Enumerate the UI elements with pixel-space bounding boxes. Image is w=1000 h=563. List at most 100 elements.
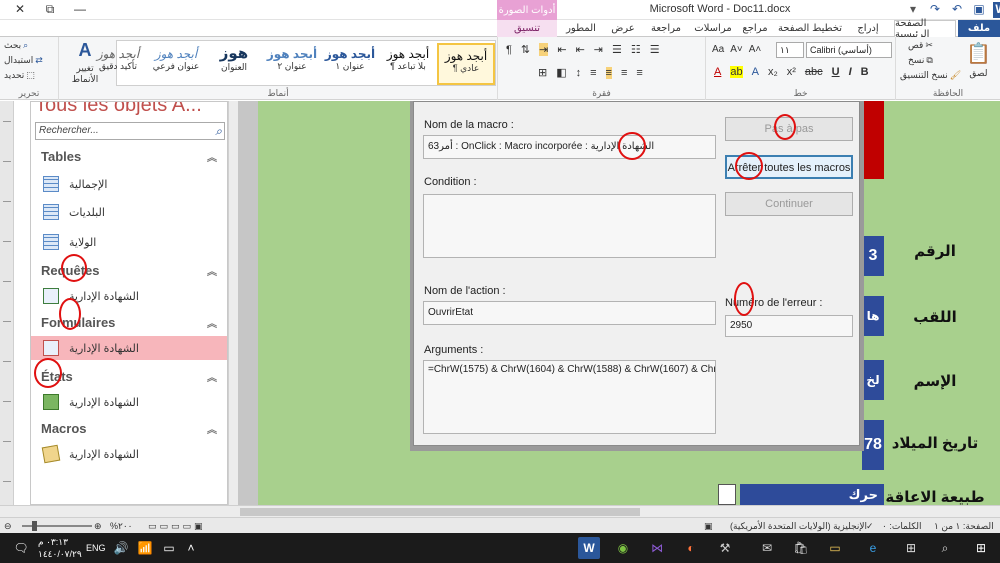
tab-view[interactable]: عرض <box>605 20 641 37</box>
zoom-slider-knob[interactable] <box>32 521 37 531</box>
multilevel-list-icon[interactable]: ☰ <box>612 43 622 56</box>
line-spacing-icon[interactable]: ↕ <box>576 67 582 79</box>
shrink-font-icon[interactable]: A˅ <box>730 44 743 55</box>
subscript-icon[interactable]: x₂ <box>768 66 778 78</box>
collapse-icon[interactable]: ︽ <box>207 369 217 384</box>
highlight-icon[interactable]: ab <box>730 66 743 78</box>
justify-icon[interactable]: ≡ <box>590 67 596 79</box>
battery-icon[interactable]: ▭ <box>158 537 180 559</box>
close-button[interactable]: ✕ <box>8 2 32 18</box>
select-button[interactable]: تحديد ⬚ <box>4 70 35 81</box>
rtl-icon[interactable]: ⇤ <box>557 43 566 56</box>
text-effects-icon[interactable]: A <box>752 66 759 78</box>
action-name-field[interactable]: OuvrirEtat <box>423 301 716 325</box>
task-view-icon[interactable]: ⊞ <box>900 537 922 559</box>
view-mode-icons[interactable]: ▭▭▭▭▣ <box>148 521 206 532</box>
copy-button[interactable]: نسخ ⧉ <box>908 55 933 66</box>
start-icon[interactable]: ⊞ <box>970 537 992 559</box>
restore-button[interactable]: ⧉ <box>38 2 62 18</box>
condition-field[interactable] <box>423 194 716 258</box>
mail-icon[interactable]: ✉ <box>756 537 778 559</box>
style-heading-1[interactable]: أبجد هوز عنوان ١ <box>321 43 379 85</box>
decrease-indent-icon[interactable]: ⇤ <box>576 43 585 56</box>
network-icon[interactable]: 📶 <box>134 537 156 559</box>
zoom-out-icon[interactable]: ⊖ <box>4 521 12 532</box>
nav-pane-title[interactable]: Tous les objets A... <box>35 102 202 117</box>
nav-item-form[interactable]: الشهادة الإدارية <box>31 336 227 360</box>
sort-icon[interactable]: ⇅ <box>521 43 530 56</box>
collapse-icon[interactable]: ︽ <box>207 315 217 330</box>
tab-mailings[interactable]: مراسلات <box>690 20 736 37</box>
nav-item-table[interactable]: الولاية <box>31 230 227 254</box>
tab-insert[interactable]: إدراج <box>848 20 888 37</box>
ltr-icon[interactable]: ⇥ <box>539 43 549 56</box>
font-color-icon[interactable]: A <box>714 66 721 78</box>
step-button[interactable]: Pas à pas <box>725 117 853 141</box>
replace-button[interactable]: استبدال ⇄ <box>4 55 43 66</box>
undo-icon[interactable]: ↶ <box>949 2 965 18</box>
nav-item-macro[interactable]: الشهادة الإدارية <box>31 442 227 466</box>
visual-studio-icon[interactable]: ⋈ <box>646 537 668 559</box>
align-right-icon[interactable]: ≡ <box>636 67 642 79</box>
word-taskbar-icon[interactable]: W <box>578 537 600 559</box>
tab-developer[interactable]: المطور <box>560 20 602 37</box>
language-status[interactable]: الإنجليزية (الولايات المتحدة الأمريكية) <box>730 521 867 532</box>
underline-icon[interactable]: U <box>832 66 840 78</box>
store-icon[interactable]: 🛍 <box>790 537 812 559</box>
strikethrough-icon[interactable]: abc <box>805 66 823 78</box>
tab-format[interactable]: تنسيق <box>497 20 557 37</box>
search-taskbar-icon[interactable]: ⌕ <box>934 537 956 559</box>
input-language[interactable]: ENG <box>86 543 106 553</box>
paste-button[interactable]: 📋 لصق <box>966 41 991 79</box>
style-subtitle[interactable]: أبجد هوز عنوان فرعي <box>147 43 205 85</box>
change-case-icon[interactable]: Aa <box>712 44 724 55</box>
style-title[interactable]: هوز العنوان <box>205 43 263 85</box>
nav-item-report[interactable]: الشهادة الإدارية <box>31 390 227 414</box>
search-icon[interactable]: ⌕ <box>215 124 222 139</box>
align-left-icon[interactable]: ≡ <box>605 66 612 79</box>
macro-record-icon[interactable]: ▣ <box>704 521 713 532</box>
word-count[interactable]: الكلمات: ٠ <box>882 521 921 532</box>
nav-section-macros[interactable]: Macros ︽ <box>31 418 227 438</box>
font-size-combo[interactable]: ١١ <box>776 42 804 58</box>
align-center-icon[interactable]: ≡ <box>621 67 627 79</box>
tab-page-layout[interactable]: تخطيط الصفحة <box>775 20 845 37</box>
tab-references[interactable]: مراجع <box>738 20 772 37</box>
tab-home[interactable]: الصفحة الرئيسية <box>894 18 956 40</box>
page-count[interactable]: الصفحة: ١ من ١ <box>934 521 994 532</box>
grow-font-icon[interactable]: A˄ <box>749 44 762 55</box>
redo-icon[interactable]: ↷ <box>927 2 943 18</box>
proofing-icon[interactable]: ✓ <box>866 521 874 532</box>
bold-icon[interactable]: B <box>861 66 869 78</box>
style-subtle-emphasis[interactable]: أبجد هوز تأكيد دقيق <box>89 43 147 85</box>
nav-section-queries[interactable]: Requêtes ︽ <box>31 260 227 280</box>
firefox-icon[interactable]: ◐ <box>680 537 702 559</box>
error-number-field[interactable]: 2950 <box>725 315 853 337</box>
collapse-icon[interactable]: ︽ <box>207 149 217 164</box>
superscript-icon[interactable]: x² <box>787 66 796 78</box>
pilcrow-icon[interactable]: ¶ <box>506 44 512 56</box>
edge-icon[interactable]: e <box>862 537 884 559</box>
style-no-spacing[interactable]: أبجد هوز ¶ بلا تباعد <box>379 43 437 85</box>
clock-date[interactable]: ١٤٤٠/٠٧/٢٩ <box>38 549 82 560</box>
minimize-button[interactable]: — <box>68 2 92 18</box>
tab-review[interactable]: مراجعة <box>645 20 687 37</box>
zoom-in-icon[interactable]: ⊕ <box>94 521 102 532</box>
tools-icon[interactable]: ⚒ <box>714 537 736 559</box>
customize-qat-icon[interactable]: ▾ <box>905 2 921 18</box>
collapse-icon[interactable]: ︽ <box>207 421 217 436</box>
stop-all-macros-button[interactable]: Arrêter toutes les macros <box>725 155 853 179</box>
numbering-icon[interactable]: ☷ <box>631 43 641 56</box>
zoom-level[interactable]: %٢٠٠ <box>110 521 133 532</box>
scroll-thumb[interactable] <box>240 508 640 516</box>
nav-section-forms[interactable]: Formulaires ︽ <box>31 312 227 332</box>
nav-item-table[interactable]: البلديات <box>31 200 227 224</box>
volume-icon[interactable]: 🔊 <box>110 537 132 559</box>
cut-button[interactable]: قص ✂ <box>908 40 933 51</box>
italic-icon[interactable]: I <box>849 66 852 78</box>
horizontal-scrollbar[interactable] <box>0 505 1000 517</box>
macro-name-field[interactable]: الشهادة الإدارية : OnClick : Macro incor… <box>423 135 716 159</box>
nav-item-query[interactable]: الشهادة الإدارية <box>31 284 227 308</box>
nav-pane-scrollbar[interactable] <box>228 101 238 505</box>
collapse-icon[interactable]: ︽ <box>207 263 217 278</box>
